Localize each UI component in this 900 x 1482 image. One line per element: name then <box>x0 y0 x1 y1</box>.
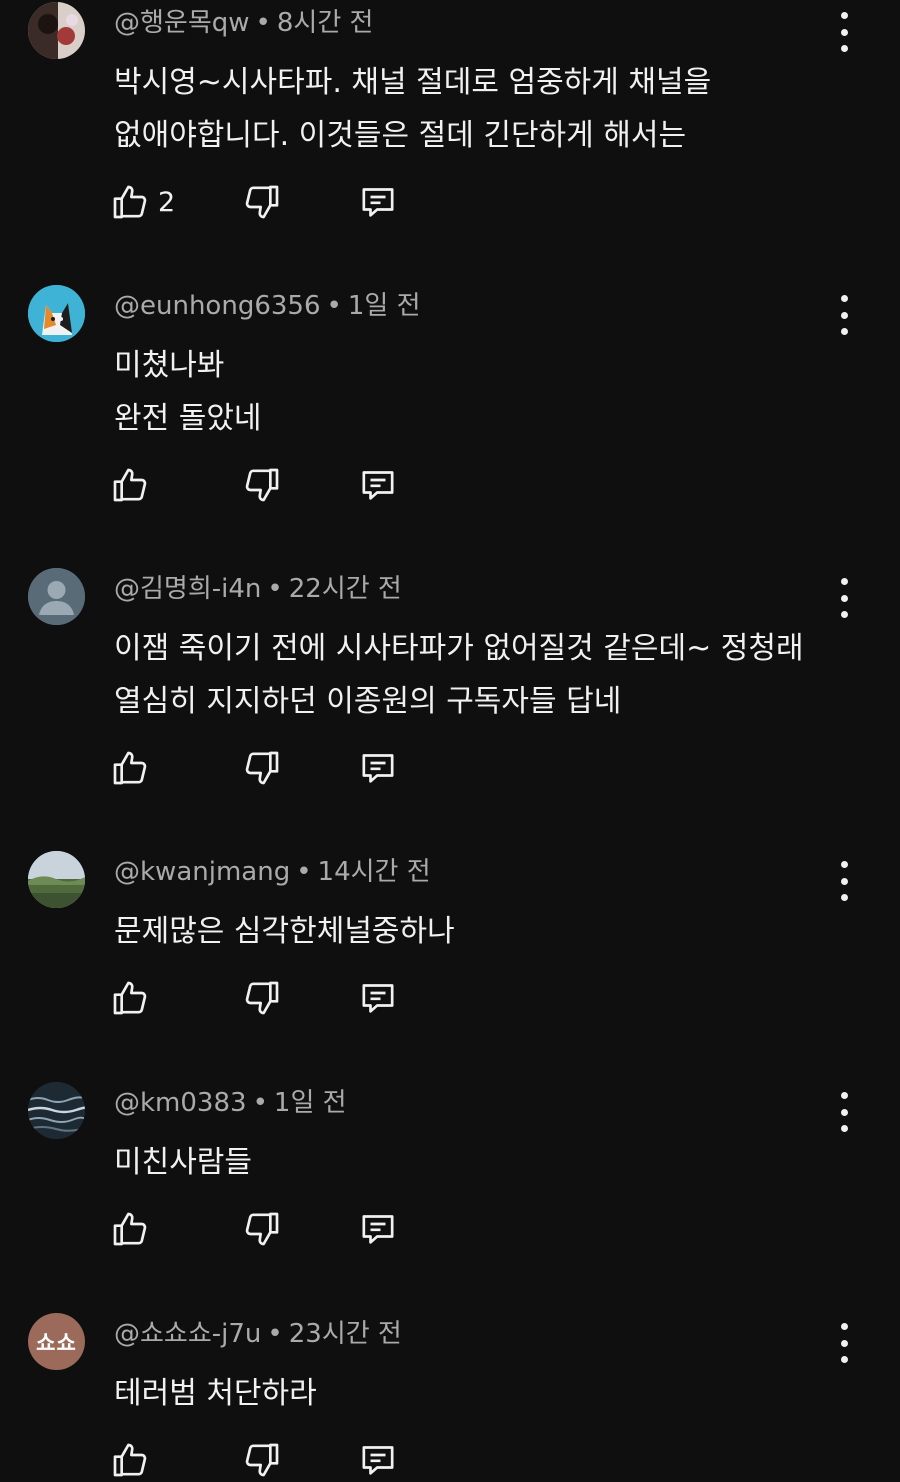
comment-line: 열심히 지지하던 이종원의 구독자들 답네 <box>114 684 622 719</box>
reply-button[interactable] <box>358 180 398 224</box>
reply-button[interactable] <box>358 1207 398 1251</box>
avatar[interactable] <box>28 2 85 59</box>
comment-line: 미친사람들 <box>114 1145 252 1180</box>
dislike-button[interactable] <box>242 180 282 224</box>
like-button[interactable] <box>110 746 158 790</box>
avatar[interactable] <box>28 568 85 625</box>
comment-text: 미친사람들 <box>114 1136 834 1189</box>
like-button[interactable] <box>110 1438 158 1482</box>
reply-comment-icon <box>362 188 394 217</box>
comment-line: 이잼 죽이기 전에 시사타파가 없어질것 같은데~ 정청래 <box>114 631 804 666</box>
comment-actions <box>110 746 430 790</box>
comment-author[interactable]: @김명희-i4n <box>114 574 261 604</box>
comment-actions <box>110 1438 430 1482</box>
comment-author[interactable]: @kwanjmang <box>114 857 290 887</box>
reply-button[interactable] <box>358 463 398 507</box>
comment-time: 8시간 전 <box>276 8 374 38</box>
avatar[interactable] <box>28 1082 85 1139</box>
thumbs-down-icon <box>245 468 279 502</box>
reply-button[interactable] <box>358 976 398 1020</box>
comment-text: 이잼 죽이기 전에 시사타파가 없어질것 같은데~ 정청래 열심히 지지하던 이… <box>114 622 834 728</box>
comment-actions <box>110 976 430 1020</box>
thumbs-down-icon <box>245 185 279 219</box>
like-button[interactable] <box>110 1207 158 1251</box>
thumbs-up-icon <box>113 1212 147 1246</box>
comment-text: 문제많은 심각한체널중하나 <box>114 905 834 958</box>
reply-comment-icon <box>362 1446 394 1475</box>
meta-separator: • <box>255 8 271 38</box>
comment-author[interactable]: @km0383 <box>114 1088 247 1118</box>
reply-comment-icon <box>362 984 394 1013</box>
thumbs-up-icon <box>113 981 147 1015</box>
comment-meta: @km0383 • 1일 전 <box>114 1086 347 1120</box>
avatar-initials: 쇼쇼 <box>36 1330 77 1355</box>
comment-author[interactable]: @쇼쇼쇼-j7u <box>114 1319 261 1349</box>
comment-line: 문제많은 심각한체널중하나 <box>114 914 455 949</box>
comment-text: 테러범 처단하라 <box>114 1367 834 1420</box>
like-button[interactable] <box>110 463 158 507</box>
comment-author[interactable]: @eunhong6356 <box>114 291 321 321</box>
like-button[interactable] <box>110 976 158 1020</box>
comment-time: 1일 전 <box>347 291 421 321</box>
comment-actions <box>110 1207 430 1251</box>
comment-meta: @행운목qw • 8시간 전 <box>114 6 373 40</box>
comment-author[interactable]: @행운목qw <box>114 8 250 38</box>
comment-line: 완전 돌았네 <box>114 401 262 436</box>
dislike-button[interactable] <box>242 463 282 507</box>
meta-separator: • <box>296 857 312 887</box>
more-vert-icon[interactable] <box>826 1323 862 1363</box>
thumbs-down-icon <box>245 1443 279 1477</box>
more-vert-icon[interactable] <box>826 1092 862 1132</box>
like-count: 2 <box>158 186 176 218</box>
comment-line: 테러범 처단하라 <box>114 1376 317 1411</box>
like-button[interactable]: 2 <box>110 180 175 224</box>
comment-text: 미쳤나봐 완전 돌았네 <box>114 339 834 445</box>
comment-line: 없애야합니다. 이것들은 절데 긴단하게 해서는 <box>114 118 687 153</box>
dislike-button[interactable] <box>242 1207 282 1251</box>
comment-meta: @eunhong6356 • 1일 전 <box>114 289 421 323</box>
dislike-button[interactable] <box>242 746 282 790</box>
comment-time: 23시간 전 <box>288 1319 402 1349</box>
more-vert-icon[interactable] <box>826 578 862 618</box>
comment-actions <box>110 463 430 507</box>
meta-separator: • <box>326 291 342 321</box>
dislike-button[interactable] <box>242 1438 282 1482</box>
reply-comment-icon <box>362 1215 394 1244</box>
comment-line: 박시영~시사타파. 채널 절데로 엄중하게 채널을 <box>114 65 712 100</box>
reply-comment-icon <box>362 754 394 783</box>
thumbs-down-icon <box>245 981 279 1015</box>
avatar[interactable] <box>28 851 85 908</box>
meta-separator: • <box>252 1088 268 1118</box>
meta-separator: • <box>267 1319 283 1349</box>
more-vert-icon[interactable] <box>826 295 862 335</box>
thumbs-up-icon <box>113 468 147 502</box>
comment-meta: @김명희-i4n • 22시간 전 <box>114 572 402 606</box>
avatar[interactable] <box>28 285 85 342</box>
comment-actions: 2 <box>110 180 430 224</box>
comment-meta: @쇼쇼쇼-j7u • 23시간 전 <box>114 1317 402 1351</box>
comment-meta: @kwanjmang • 14시간 전 <box>114 855 431 889</box>
reply-comment-icon <box>362 471 394 500</box>
dislike-button[interactable] <box>242 976 282 1020</box>
thumbs-down-icon <box>245 1212 279 1246</box>
thumbs-down-icon <box>245 751 279 785</box>
thumbs-up-icon <box>113 1443 147 1477</box>
comment-time: 22시간 전 <box>288 574 402 604</box>
comment-text: 박시영~시사타파. 채널 절데로 엄중하게 채널을 없애야합니다. 이것들은 절… <box>114 56 834 162</box>
thumbs-up-icon <box>113 751 147 785</box>
more-vert-icon[interactable] <box>826 861 862 901</box>
comment-time: 1일 전 <box>273 1088 347 1118</box>
meta-separator: • <box>267 574 283 604</box>
comment-time: 14시간 전 <box>317 857 431 887</box>
more-vert-icon[interactable] <box>826 12 862 52</box>
comment-line: 미쳤나봐 <box>114 348 225 383</box>
reply-button[interactable] <box>358 746 398 790</box>
avatar[interactable]: 쇼쇼 <box>28 1313 85 1370</box>
reply-button[interactable] <box>358 1438 398 1482</box>
thumbs-up-icon <box>113 185 147 219</box>
